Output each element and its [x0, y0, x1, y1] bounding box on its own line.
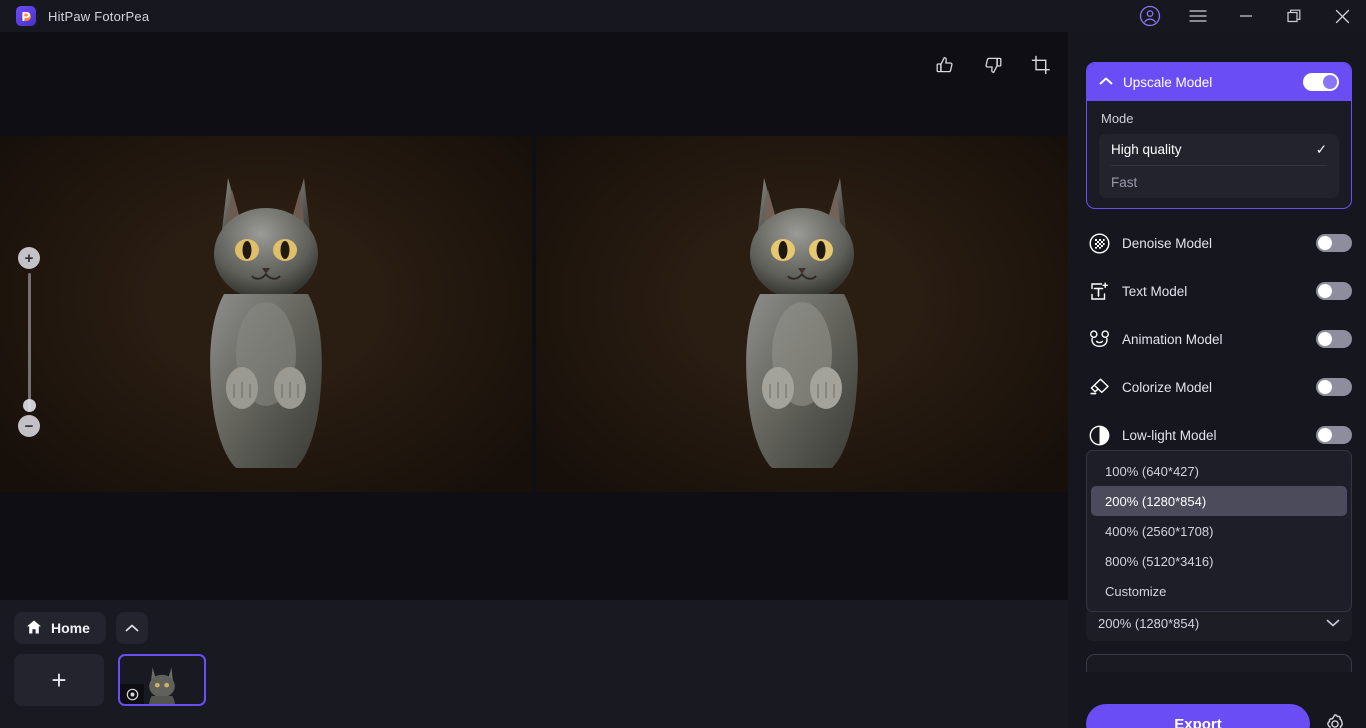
model-row-animation[interactable]: Animation Model	[1086, 322, 1352, 356]
chevron-up-icon	[125, 624, 139, 632]
thumbs-up-icon[interactable]	[928, 48, 962, 82]
upscale-model-card: Upscale Model Mode High quality ✓ Fast	[1086, 62, 1352, 209]
toggle-knob	[1318, 428, 1332, 442]
thumbnail-status-icon	[120, 684, 144, 704]
thumbnail-item[interactable]	[118, 654, 206, 706]
gear-icon[interactable]	[1320, 709, 1350, 728]
text-icon	[1086, 281, 1112, 302]
resolution-dropdown-menu: 100% (640*427) 200% (1280*854) 400% (256…	[1086, 450, 1352, 612]
app-logo-letter: P	[21, 8, 31, 24]
canvas-toolbar	[928, 48, 1058, 82]
upscale-mode-body: Mode High quality ✓ Fast	[1087, 101, 1351, 208]
chevron-up-icon	[1099, 73, 1113, 91]
mode-option-high-quality[interactable]: High quality ✓	[1111, 134, 1327, 166]
mode-option-label: High quality	[1111, 142, 1182, 157]
zoom-slider-handle[interactable]	[23, 399, 36, 412]
mode-option-label: Fast	[1111, 174, 1138, 190]
colorize-model-toggle[interactable]	[1316, 378, 1352, 396]
bottom-bar: Home +	[0, 600, 1068, 728]
app-window: P HitPaw FotorPea + − Home + Upscale Mod…	[0, 0, 1366, 728]
add-image-button[interactable]: +	[14, 654, 104, 706]
export-button[interactable]: Export	[1086, 704, 1310, 728]
cat-subject	[652, 144, 952, 492]
zoom-slider[interactable]: + −	[18, 247, 42, 437]
upscale-model-toggle[interactable]	[1303, 73, 1339, 91]
account-icon[interactable]	[1126, 0, 1174, 32]
upscale-model-header[interactable]: Upscale Model	[1087, 63, 1351, 101]
model-row-colorize[interactable]: Colorize Model	[1086, 370, 1352, 404]
model-row-lowlight[interactable]: Low-light Model	[1086, 418, 1352, 452]
minimize-icon[interactable]	[1222, 0, 1270, 32]
title-bar: P HitPaw FotorPea	[0, 0, 1366, 32]
zoom-in-button[interactable]: +	[18, 247, 40, 269]
model-label: Denoise Model	[1122, 235, 1213, 251]
cat-subject	[116, 144, 416, 492]
denoise-model-toggle[interactable]	[1316, 234, 1352, 252]
colorize-icon	[1086, 377, 1112, 398]
preview-image-pane[interactable]	[536, 136, 1068, 492]
model-row-text[interactable]: Text Model	[1086, 274, 1352, 308]
animation-model-toggle[interactable]	[1316, 330, 1352, 348]
window-controls	[1126, 0, 1366, 32]
model-label: Colorize Model	[1122, 379, 1213, 395]
bottom-bar-top-row: Home	[14, 612, 148, 644]
resolution-selected-value: 200% (1280*854)	[1098, 615, 1200, 631]
home-label: Home	[51, 620, 90, 636]
resolution-option-400[interactable]: 400% (2560*1708)	[1091, 516, 1347, 546]
text-model-toggle[interactable]	[1316, 282, 1352, 300]
crop-icon[interactable]	[1024, 48, 1058, 82]
toggle-knob	[1318, 284, 1332, 298]
model-label: Text Model	[1122, 283, 1188, 299]
resolution-option-200[interactable]: 200% (1280*854)	[1091, 486, 1347, 516]
image-canvas: + −	[0, 32, 1068, 616]
zoom-slider-track[interactable]	[28, 273, 31, 411]
thumbnail-tray: +	[14, 654, 206, 706]
resolution-option-100[interactable]: 100% (640*427)	[1091, 456, 1347, 486]
mode-option-fast[interactable]: Fast	[1111, 166, 1327, 198]
menu-icon[interactable]	[1174, 0, 1222, 32]
toggle-knob	[1323, 75, 1337, 89]
resolution-option-800[interactable]: 800% (5120*3416)	[1091, 546, 1347, 576]
home-icon	[26, 619, 42, 638]
lowlight-icon	[1086, 425, 1112, 446]
denoise-icon	[1086, 232, 1112, 254]
original-image-pane[interactable]	[0, 136, 532, 492]
animation-icon	[1086, 329, 1112, 350]
mode-label: Mode	[1101, 111, 1134, 126]
app-title: HitPaw FotorPea	[48, 8, 150, 24]
toggle-knob	[1318, 332, 1332, 346]
home-button[interactable]: Home	[14, 612, 106, 644]
lowlight-model-toggle[interactable]	[1316, 426, 1352, 444]
toggle-knob	[1318, 236, 1332, 250]
collapse-tray-button[interactable]	[115, 612, 148, 644]
check-icon: ✓	[1315, 141, 1327, 157]
thumbs-down-icon[interactable]	[976, 48, 1010, 82]
settings-panel: Upscale Model Mode High quality ✓ Fast D…	[1068, 32, 1366, 728]
maximize-icon[interactable]	[1270, 0, 1318, 32]
model-row-denoise[interactable]: Denoise Model	[1086, 226, 1352, 260]
resolution-option-customize[interactable]: Customize	[1091, 576, 1347, 606]
model-label: Low-light Model	[1122, 427, 1217, 443]
mode-options-list: High quality ✓ Fast	[1099, 134, 1339, 198]
app-logo-icon: P	[16, 6, 36, 26]
zoom-out-button[interactable]: −	[18, 415, 40, 437]
upscale-model-label: Upscale Model	[1123, 74, 1213, 90]
model-label: Animation Model	[1122, 331, 1223, 347]
chevron-down-icon	[1326, 616, 1340, 631]
toggle-knob	[1318, 380, 1332, 394]
panel-divider	[1086, 654, 1352, 672]
close-icon[interactable]	[1318, 0, 1366, 32]
image-compare-area	[0, 136, 1068, 492]
export-row: Export	[1086, 704, 1352, 728]
